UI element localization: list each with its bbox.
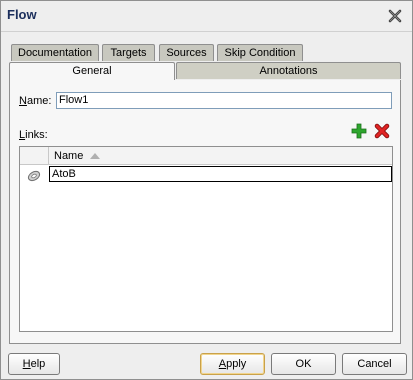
table-row[interactable]: AtoB	[49, 166, 392, 182]
name-column-header[interactable]: Name	[49, 147, 392, 165]
tab-sources[interactable]: Sources	[159, 44, 214, 61]
add-icon[interactable]	[351, 123, 367, 139]
link-icon	[27, 170, 41, 182]
tab-documentation[interactable]: Documentation	[11, 44, 99, 61]
name-field[interactable]: Flow1	[56, 92, 392, 109]
tab-skip-condition[interactable]: Skip Condition	[217, 44, 303, 61]
tab-general[interactable]: General	[9, 62, 175, 81]
sort-ascending-icon	[90, 153, 101, 160]
links-table: Name AtoB	[19, 146, 393, 332]
icon-column-header	[20, 147, 49, 165]
title-separator	[1, 31, 412, 32]
flow-dialog: Flow Documentation Targets Sources Skip …	[0, 0, 413, 380]
close-icon[interactable]	[388, 9, 402, 23]
name-label: Name:	[19, 95, 52, 107]
tab-annotations[interactable]: Annotations	[176, 62, 401, 79]
delete-icon[interactable]	[374, 123, 390, 139]
ok-button[interactable]: OK	[271, 353, 336, 375]
dialog-title: Flow	[7, 7, 37, 22]
cancel-button[interactable]: Cancel	[342, 353, 407, 375]
help-button[interactable]: Help	[8, 353, 60, 375]
apply-button[interactable]: Apply	[200, 353, 265, 375]
tab-targets[interactable]: Targets	[102, 44, 155, 61]
links-label: Links:	[19, 129, 48, 141]
